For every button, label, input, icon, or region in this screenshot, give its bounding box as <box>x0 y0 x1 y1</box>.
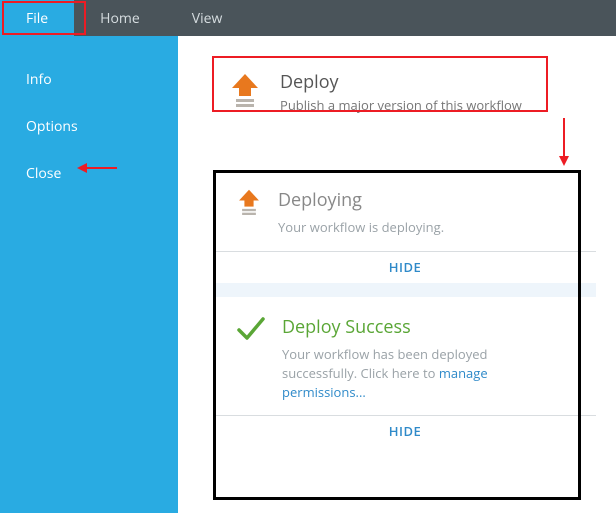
status-card-success: Deploy Success Your workflow has been de… <box>214 297 596 416</box>
status-body: Your workflow has been deployed successf… <box>282 345 522 402</box>
sidebar-item-label: Options <box>26 117 78 136</box>
upload-icon <box>228 72 262 113</box>
tab-home[interactable]: Home <box>74 0 166 36</box>
deploy-status-panel: Deploying Your workflow is deploying. HI… <box>214 170 596 447</box>
tab-label: Home <box>100 9 140 28</box>
sidebar-item-close[interactable]: Close <box>0 150 178 197</box>
tab-view[interactable]: View <box>166 0 249 36</box>
hide-button-success[interactable]: HIDE <box>214 415 596 447</box>
hide-label: HIDE <box>389 422 422 440</box>
hide-button-deploying[interactable]: HIDE <box>214 251 596 283</box>
checkmark-icon <box>236 315 266 348</box>
status-title: Deploy Success <box>282 315 522 339</box>
sidebar-item-label: Close <box>26 164 61 183</box>
tab-label: View <box>192 9 223 28</box>
sidebar-item-label: Info <box>26 70 52 89</box>
sidebar-item-options[interactable]: Options <box>0 103 178 150</box>
card-separator <box>214 283 596 297</box>
sidebar-item-info[interactable]: Info <box>0 56 178 103</box>
upload-icon <box>236 188 262 221</box>
top-tab-bar: File Home View <box>0 0 616 36</box>
status-title: Deploying <box>278 188 444 212</box>
status-body: Your workflow is deploying. <box>278 218 444 237</box>
tab-label: File <box>26 9 48 28</box>
file-sidebar: Info Options Close <box>0 36 178 513</box>
hide-label: HIDE <box>389 258 422 276</box>
deploy-subtitle: Publish a major version of this workflow <box>280 96 522 114</box>
file-page-content: Deploy Publish a major version of this w… <box>178 36 616 513</box>
deploy-title: Deploy <box>280 70 522 94</box>
deploy-command[interactable]: Deploy Publish a major version of this w… <box>218 62 596 122</box>
tab-file[interactable]: File <box>0 0 74 36</box>
status-card-deploying: Deploying Your workflow is deploying. <box>214 170 596 251</box>
